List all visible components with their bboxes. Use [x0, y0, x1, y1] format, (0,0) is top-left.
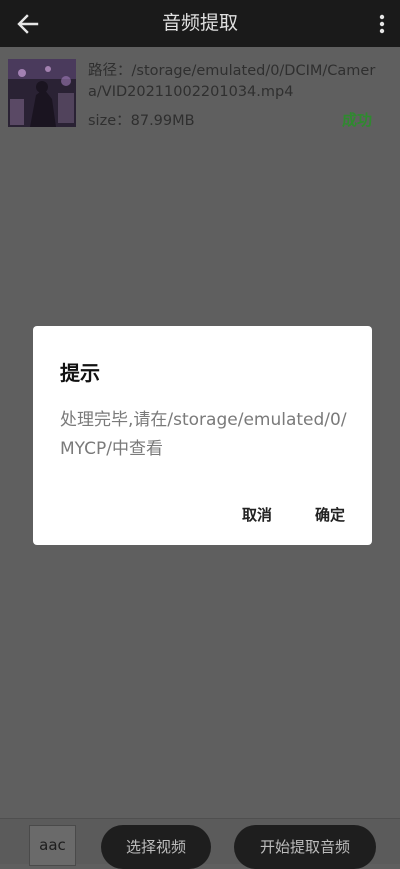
confirm-button[interactable]: 确定 — [315, 504, 345, 525]
more-options-button[interactable] — [370, 8, 394, 40]
page-title: 音频提取 — [161, 12, 238, 34]
select-video-button[interactable]: 选择视频 — [101, 825, 211, 869]
dialog-title: 提示 — [60, 361, 100, 385]
start-extract-button[interactable]: 开始提取音频 — [234, 825, 376, 869]
file-size: size：87.99MB — [88, 113, 195, 129]
dialog-message: 处理完毕,请在/storage/emulated/0/MYCP/中查看 — [60, 410, 347, 459]
more-vertical-icon — [379, 14, 385, 34]
alert-dialog: 提示 处理完毕,请在/storage/emulated/0/MYCP/中查看 取… — [33, 326, 372, 545]
format-selector[interactable]: aac — [29, 825, 76, 866]
file-path: 路径：/storage/emulated/0/DCIM/Camera/VID20… — [88, 63, 376, 100]
app-bar: 音频提取 — [0, 0, 400, 47]
cancel-button[interactable]: 取消 — [242, 504, 272, 525]
status-text: 成功 — [341, 111, 372, 129]
bottom-toolbar: aac 选择视频 开始提取音频 — [0, 818, 400, 869]
video-item[interactable]: 路径：/storage/emulated/0/DCIM/Camera/VID20… — [0, 47, 400, 137]
thumbnail-image — [8, 59, 76, 127]
video-thumbnail — [8, 59, 76, 127]
